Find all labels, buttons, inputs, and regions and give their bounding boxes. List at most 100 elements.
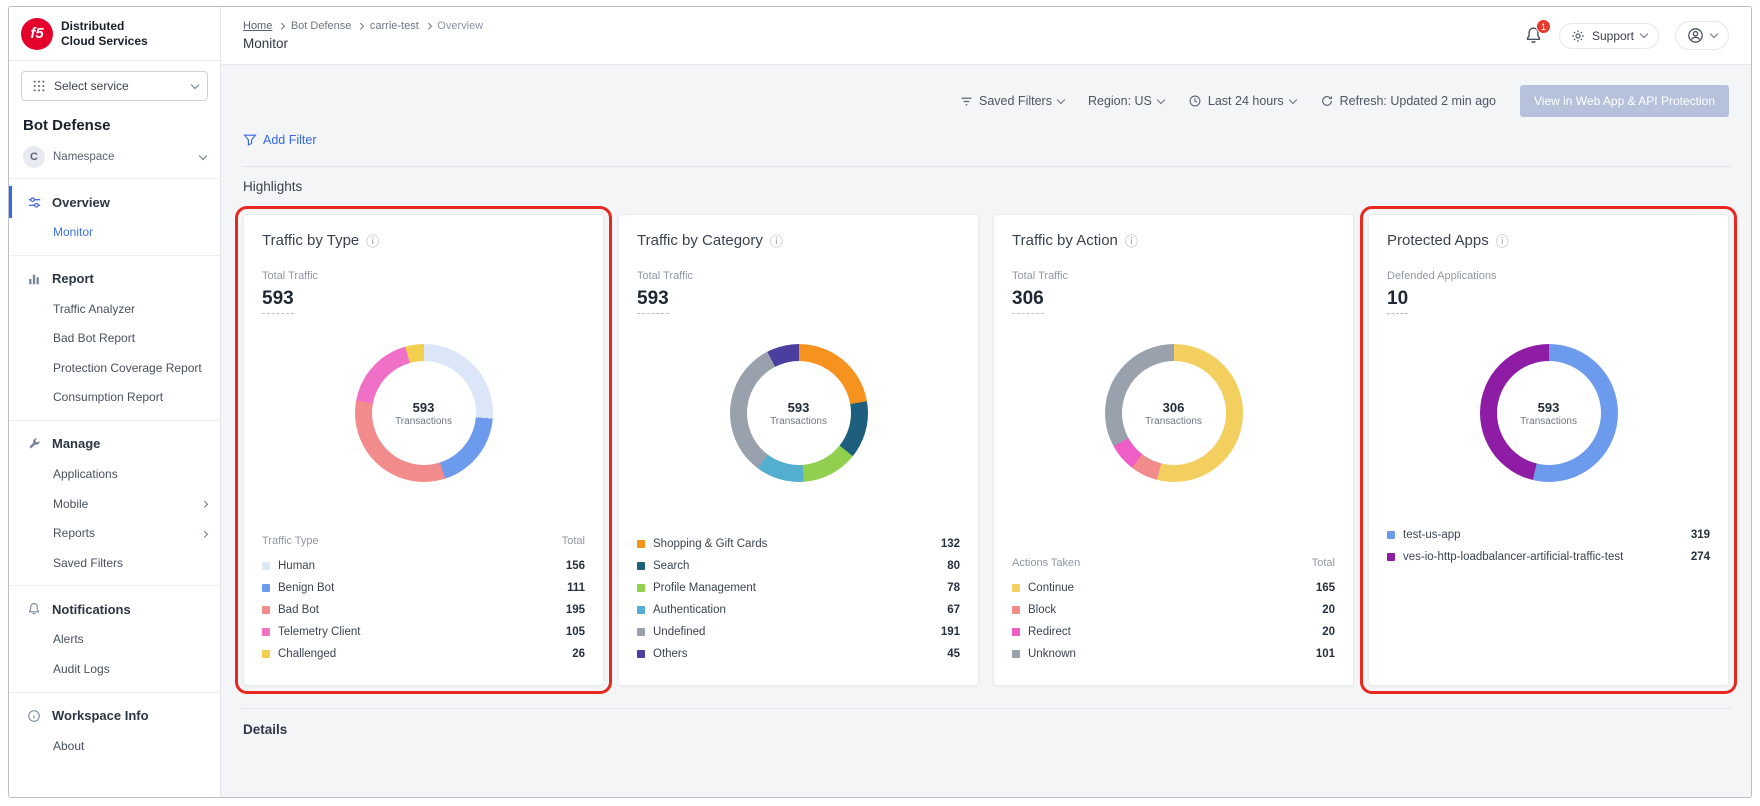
info-icon[interactable]: ⓘ (366, 231, 379, 250)
sidebar-item-about[interactable]: About (9, 732, 220, 762)
user-avatar-icon (1687, 27, 1704, 44)
sidebar-section-workspace-info: Workspace Info About (9, 692, 220, 769)
info-icon[interactable]: ⓘ (1496, 231, 1509, 250)
breadcrumb-bot-defense[interactable]: Bot Defense (291, 20, 352, 32)
refresh-label: Refresh: Updated 2 min ago (1340, 94, 1496, 108)
breadcrumb: Home Bot Defense carrie-test Overview (243, 20, 483, 32)
select-service-label: Select service (54, 79, 185, 93)
chevron-down-icon (1640, 30, 1648, 38)
legend: test-us-app319ves-io-http-loadbalancer-a… (1387, 524, 1710, 568)
legend-value: 111 (567, 582, 585, 594)
legend-swatch (637, 540, 645, 548)
sidebar-item-traffic-analyzer[interactable]: Traffic Analyzer (9, 295, 220, 325)
brand-line2: Cloud Services (61, 34, 148, 49)
legend-row: Block20 (1012, 599, 1335, 621)
breadcrumb-overview: Overview (437, 20, 483, 32)
notifications-button[interactable]: 1 (1524, 26, 1543, 45)
legend-value: 67 (947, 604, 960, 616)
time-range-dropdown[interactable]: Last 24 hours (1188, 94, 1296, 108)
brand-line1: Distributed (61, 19, 148, 34)
metric-label: Defended Applications (1387, 270, 1710, 282)
legend-swatch (637, 650, 645, 658)
sidebar-item-report[interactable]: Report (9, 263, 220, 295)
namespace-selector[interactable]: C Namespace (9, 140, 220, 178)
add-filter-button[interactable]: Add Filter (243, 133, 317, 147)
support-label: Support (1592, 29, 1634, 43)
legend-swatch (262, 562, 270, 570)
donut-chart: 593 Transactions (262, 344, 585, 482)
breadcrumb-home[interactable]: Home (243, 20, 272, 32)
breadcrumb-carrie-test[interactable]: carrie-test (370, 20, 419, 32)
card-traffic-by-type: Traffic by Type ⓘ Total Traffic 593 593 … (243, 214, 604, 686)
legend-label: Undefined (653, 626, 933, 638)
info-icon[interactable]: ⓘ (1125, 231, 1138, 250)
legend-row: Shopping & Gift Cards132 (637, 533, 960, 555)
sidebar-item-label: Overview (52, 195, 110, 210)
sidebar-item-bad-bot-report[interactable]: Bad Bot Report (9, 324, 220, 354)
details-heading: Details (241, 709, 1731, 750)
refresh-icon (1320, 94, 1334, 108)
legend-header: Traffic Type Total (262, 535, 585, 547)
support-menu[interactable]: Support (1559, 23, 1659, 49)
card-protected-apps: Protected Apps ⓘ Defended Applications 1… (1368, 214, 1729, 686)
filters-toolbar: Saved Filters Region: US Last 24 hours (241, 65, 1731, 127)
legend-label: Profile Management (653, 582, 939, 594)
legend-row: Redirect20 (1012, 621, 1335, 643)
sidebar-item-monitor[interactable]: Monitor (9, 218, 220, 248)
info-circle-icon (26, 708, 42, 724)
legend-value: 78 (947, 582, 960, 594)
donut-center: 593 Transactions (1497, 361, 1601, 465)
legend-label: Human (278, 560, 558, 572)
legend-row: Human156 (262, 555, 585, 577)
sidebar-item-reports[interactable]: Reports (9, 519, 220, 549)
sidebar-item-alerts[interactable]: Alerts (9, 625, 220, 655)
sidebar-item-notifications[interactable]: Notifications (9, 593, 220, 625)
brand-logo[interactable]: f5 Distributed Cloud Services (9, 7, 220, 61)
legend-row: Unknown101 (1012, 643, 1335, 665)
chevron-down-icon (1157, 95, 1165, 103)
legend: Continue165Block20Redirect20Unknown101 (1012, 577, 1335, 665)
sidebar-item-workspace-info[interactable]: Workspace Info (9, 700, 220, 732)
bar-chart-icon (26, 271, 42, 287)
user-menu[interactable] (1675, 21, 1729, 50)
legend-value: 80 (947, 560, 960, 572)
sidebar-item-protection-coverage-report[interactable]: Protection Coverage Report (9, 354, 220, 384)
legend-value: 195 (566, 604, 585, 616)
sidebar-item-overview[interactable]: Overview (9, 186, 220, 218)
legend-header-total: Total (562, 535, 585, 547)
donut-chart: 306 Transactions (1012, 344, 1335, 482)
legend-row: Telemetry Client105 (262, 621, 585, 643)
legend-label: Shopping & Gift Cards (653, 538, 933, 550)
highlights-cards: Traffic by Type ⓘ Total Traffic 593 593 … (241, 206, 1731, 686)
sidebar-item-consumption-report[interactable]: Consumption Report (9, 383, 220, 413)
legend-row: Authentication67 (637, 599, 960, 621)
legend-label: Block (1028, 604, 1314, 616)
sidebar-item-applications[interactable]: Applications (9, 460, 220, 490)
saved-filters-dropdown[interactable]: Saved Filters (960, 94, 1064, 108)
chevron-down-icon (1057, 95, 1065, 103)
legend-row: Undefined191 (637, 621, 960, 643)
breadcrumb-separator-icon (278, 23, 284, 29)
sidebar-item-label: Mobile (53, 497, 202, 513)
main-region: Home Bot Defense carrie-test Overview Mo… (221, 7, 1751, 797)
sidebar-item-mobile[interactable]: Mobile (9, 490, 220, 520)
region-dropdown[interactable]: Region: US (1088, 94, 1164, 108)
view-in-waap-button[interactable]: View in Web App & API Protection (1520, 85, 1729, 117)
donut-chart: 593 Transactions (1387, 344, 1710, 482)
product-title: Bot Defense (9, 105, 220, 140)
select-service-dropdown[interactable]: Select service (21, 71, 208, 101)
refresh-control[interactable]: Refresh: Updated 2 min ago (1320, 94, 1496, 108)
sidebar-item-audit-logs[interactable]: Audit Logs (9, 655, 220, 685)
sidebar: f5 Distributed Cloud Services Select ser… (9, 7, 221, 797)
donut-center-value: 593 (413, 400, 435, 415)
sidebar-item-manage[interactable]: Manage (9, 428, 220, 460)
notification-badge: 1 (1536, 19, 1551, 34)
legend-swatch (262, 584, 270, 592)
sidebar-item-saved-filters[interactable]: Saved Filters (9, 549, 220, 579)
donut-center-label: Transactions (770, 416, 827, 427)
metric-value: 306 (1012, 288, 1044, 314)
legend-header-total: Total (1312, 557, 1335, 569)
legend-value: 274 (1691, 551, 1710, 563)
info-icon[interactable]: ⓘ (770, 231, 783, 250)
legend-value: 26 (572, 648, 585, 660)
